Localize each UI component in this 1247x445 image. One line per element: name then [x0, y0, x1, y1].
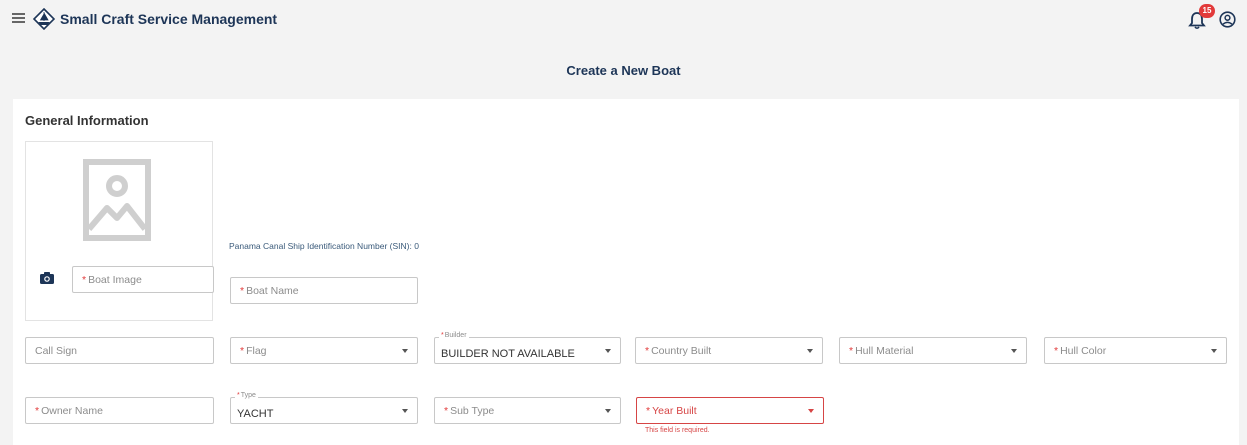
- required-mark: *: [82, 274, 87, 286]
- notification-count-badge: 15: [1199, 4, 1215, 18]
- call-sign-placeholder: Call Sign: [35, 345, 78, 357]
- boat-image-panel: * Boat Image: [25, 141, 214, 321]
- hull-material-select[interactable]: * Hull Material: [839, 337, 1027, 364]
- sub-type-placeholder: Sub Type: [450, 405, 495, 417]
- section-title: General Information: [25, 113, 149, 128]
- builder-label: Builder: [444, 332, 467, 339]
- page-title: Create a New Boat: [566, 63, 681, 78]
- boat-name-field[interactable]: * Boat Name: [230, 277, 418, 304]
- required-mark: *: [849, 345, 854, 357]
- type-label: Type: [240, 392, 256, 399]
- builder-select[interactable]: *Builder BUILDER NOT AVAILABLE: [434, 332, 621, 364]
- image-placeholder-icon: [83, 159, 151, 241]
- sub-type-select[interactable]: * Sub Type: [434, 397, 621, 424]
- call-sign-field[interactable]: Call Sign: [25, 337, 214, 364]
- top-bar: Small Craft Service Management 15: [0, 0, 1247, 40]
- owner-name-field[interactable]: * Owner Name: [25, 397, 214, 424]
- dropdown-caret-icon: [402, 349, 408, 353]
- hull-color-select[interactable]: * Hull Color: [1044, 337, 1227, 364]
- dropdown-caret-icon: [1211, 349, 1217, 353]
- required-mark: *: [444, 405, 449, 417]
- required-mark: *: [240, 345, 245, 357]
- hull-color-placeholder: Hull Color: [1060, 345, 1107, 357]
- year-built-select[interactable]: * Year Built: [636, 397, 824, 424]
- dropdown-caret-icon: [402, 409, 408, 413]
- dropdown-caret-icon: [605, 349, 611, 353]
- account-circle-icon[interactable]: [1219, 11, 1236, 28]
- required-mark: *: [240, 285, 245, 297]
- required-mark: *: [35, 405, 40, 417]
- builder-value: BUILDER NOT AVAILABLE: [441, 348, 575, 360]
- year-built-placeholder: Year Built: [652, 405, 697, 417]
- sin-label: Panama Canal Ship Identification Number …: [229, 241, 419, 251]
- country-built-placeholder: Country Built: [651, 345, 712, 357]
- required-mark: *: [645, 345, 650, 357]
- boat-name-placeholder: Boat Name: [246, 285, 299, 297]
- hull-material-placeholder: Hull Material: [855, 345, 914, 357]
- country-built-select[interactable]: * Country Built: [635, 337, 823, 364]
- boat-image-placeholder: Boat Image: [88, 274, 142, 286]
- dropdown-caret-icon: [1011, 349, 1017, 353]
- flag-select[interactable]: * Flag: [230, 337, 418, 364]
- general-information-card: General Information * Boat Image Panama C…: [13, 99, 1239, 445]
- flag-placeholder: Flag: [246, 345, 267, 357]
- required-mark: *: [646, 405, 651, 417]
- dropdown-caret-icon: [605, 409, 611, 413]
- owner-name-placeholder: Owner Name: [41, 405, 103, 417]
- camera-icon[interactable]: [40, 272, 54, 284]
- required-mark: *: [237, 392, 240, 399]
- dropdown-caret-icon: [807, 349, 813, 353]
- year-built-error-message: This field is required.: [645, 427, 710, 434]
- required-mark: *: [1054, 345, 1059, 357]
- boat-image-field[interactable]: * Boat Image: [72, 266, 214, 293]
- app-title: Small Craft Service Management: [60, 11, 278, 27]
- type-select[interactable]: *Type YACHT: [230, 392, 418, 424]
- hamburger-menu-icon[interactable]: [12, 13, 25, 23]
- required-mark: *: [441, 332, 444, 339]
- dropdown-caret-icon: [808, 409, 814, 413]
- ship-logo-icon: [33, 8, 55, 30]
- type-value: YACHT: [237, 408, 274, 420]
